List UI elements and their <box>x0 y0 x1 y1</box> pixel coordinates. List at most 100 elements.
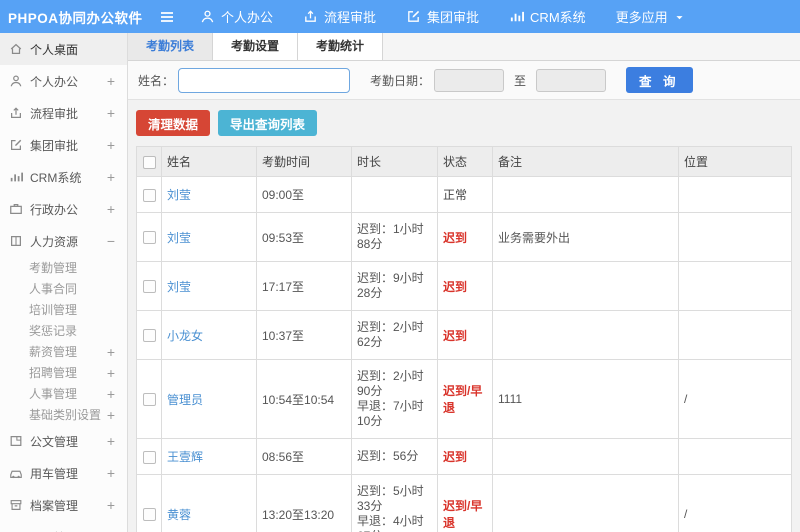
sidebar-subitem[interactable]: 招聘管理 + <box>0 362 127 383</box>
sidebar-subitem-label: 人事合同 <box>29 282 78 296</box>
table-row: 王壹辉 08:56至 迟到：56分 迟到 <box>136 438 792 475</box>
duration-cell: 迟到：56分 <box>351 438 438 475</box>
location <box>678 310 792 360</box>
nav-item-label: 流程审批 <box>324 10 377 25</box>
duration-line: 迟到：5小时33分 <box>357 484 424 513</box>
expand-toggle-icon: + <box>106 169 115 185</box>
row-checkbox[interactable] <box>142 393 156 407</box>
sidebar-item[interactable]: 项目管理+ <box>0 521 127 532</box>
sidebar-item[interactable]: 流程审批 + <box>0 97 127 129</box>
chart-icon <box>9 170 23 184</box>
row-checkbox[interactable] <box>142 231 156 245</box>
row-checkbox[interactable] <box>142 508 156 522</box>
location <box>678 261 792 311</box>
select-all-checkbox[interactable] <box>142 155 156 169</box>
archive-icon <box>9 498 23 512</box>
sidebar-item[interactable]: 档案管理 + <box>0 489 127 521</box>
sidebar-item[interactable]: 人力资源 − <box>0 225 127 257</box>
sidebar-subitem[interactable]: 人事合同 <box>0 278 127 299</box>
tab[interactable]: 考勤设置 <box>213 33 299 60</box>
chart-icon <box>509 9 525 24</box>
duration-line: 迟到：9小时28分 <box>357 271 424 300</box>
duration-line: 早退：4小时67分 <box>357 514 424 532</box>
expand-toggle-icon: + <box>106 105 115 121</box>
sidebar-item[interactable]: 行政办公 + <box>0 193 127 225</box>
caret-down-icon <box>674 11 685 22</box>
location <box>678 438 792 475</box>
duration-cell: 迟到：1小时88分 <box>351 212 438 262</box>
nav-item[interactable]: 更多应用 <box>616 7 685 26</box>
expand-toggle-icon: + <box>106 406 115 423</box>
action-bar: 清理数据 导出查询列表 <box>136 110 792 136</box>
date-from-input[interactable] <box>434 68 505 92</box>
search-button[interactable]: 查 询 <box>626 67 693 93</box>
sidebar-item[interactable]: 个人办公 + <box>0 65 127 97</box>
sidebar-submenu: 考勤管理 人事合同 培训管理 奖惩记录 薪资管理 + 招聘管理 + 人事管理 + 基础类别设置 + <box>0 257 127 425</box>
share-icon <box>9 106 23 120</box>
sidebar-subitem[interactable]: 奖惩记录 <box>0 320 127 341</box>
row-checkbox[interactable] <box>142 450 156 464</box>
remark <box>492 176 679 213</box>
row-checkbox[interactable] <box>142 188 156 202</box>
employee-name-link[interactable]: 刘莹 <box>167 231 191 245</box>
sidebar-item-label: 人力资源 <box>30 234 79 249</box>
employee-name-link[interactable]: 管理员 <box>167 393 203 407</box>
location <box>678 176 792 213</box>
sidebar-item[interactable]: 集团审批 + <box>0 129 127 161</box>
export-list-button[interactable]: 导出查询列表 <box>218 110 318 136</box>
employee-name-link[interactable]: 刘莹 <box>167 188 191 202</box>
tab[interactable]: 考勤列表 <box>128 33 214 60</box>
nav-item[interactable]: 个人办公 <box>200 7 273 26</box>
filter-bar: 姓名： 考勤日期： 至 查 询 <box>128 61 800 100</box>
share-icon <box>303 9 318 24</box>
status-badge: 迟到 <box>437 438 493 475</box>
name-input[interactable] <box>178 67 351 93</box>
sidebar-item[interactable]: 用车管理 + <box>0 457 127 489</box>
sidebar-subitem[interactable]: 薪资管理 + <box>0 341 127 362</box>
status-badge: 迟到 <box>437 261 493 311</box>
nav-item[interactable]: 集团审批 <box>406 7 479 26</box>
duration-line: 迟到：56分 <box>357 449 419 463</box>
expand-toggle-icon: + <box>106 73 115 89</box>
sidebar: 个人桌面 个人办公 + 流程审批 + 集团审批 + CRM系统 + 行政办公 + 人力资源 − 考勤管理人… <box>0 33 128 532</box>
sidebar-subitem[interactable]: 考勤管理 <box>0 257 127 278</box>
attendance-time: 08:56至 <box>256 438 352 475</box>
sidebar-item[interactable]: 个人桌面 <box>0 33 127 65</box>
tab[interactable]: 考勤统计 <box>298 33 384 60</box>
nav-item-label: 个人办公 <box>221 10 274 25</box>
app-logo: PHPOA协同办公软件 <box>8 10 143 26</box>
sidebar-item-label: 项目管理 <box>30 529 107 532</box>
sidebar-subitem-label: 人事管理 <box>29 387 78 401</box>
sidebar-subitem-label: 奖惩记录 <box>29 324 78 338</box>
duration-cell: 迟到：2小时90分 早退：7小时10分 <box>351 359 438 439</box>
sidebar-subitem[interactable]: 培训管理 <box>0 299 127 320</box>
row-checkbox[interactable] <box>142 280 156 294</box>
employee-name-link[interactable]: 刘莹 <box>167 280 191 294</box>
employee-name-link[interactable]: 王壹辉 <box>167 450 203 464</box>
row-checkbox[interactable] <box>142 329 156 343</box>
duration-line: 迟到：2小时62分 <box>357 320 424 349</box>
clean-data-button[interactable]: 清理数据 <box>136 110 211 136</box>
hamburger-menu-icon[interactable] <box>158 9 178 25</box>
remark: 1111 <box>492 359 679 439</box>
sidebar-item[interactable]: 公文管理 + <box>0 425 127 457</box>
nav-item-label: CRM系统 <box>530 10 586 25</box>
sidebar-item-label: 公文管理 <box>30 434 79 449</box>
sidebar-item-label: 档案管理 <box>30 498 79 513</box>
duration-cell <box>351 176 438 213</box>
edit-icon <box>406 9 421 24</box>
employee-name-link[interactable]: 黄蓉 <box>167 508 191 522</box>
nav-item[interactable]: CRM系统 <box>509 7 586 26</box>
sidebar-item[interactable]: CRM系统 + <box>0 161 127 193</box>
remark <box>492 474 679 532</box>
sidebar-subitem-label: 薪资管理 <box>29 345 78 359</box>
status-badge: 迟到 <box>437 310 493 360</box>
nav-item[interactable]: 流程审批 <box>303 7 376 26</box>
attendance-time: 10:54至10:54 <box>256 359 352 439</box>
employee-name-link[interactable]: 小龙女 <box>167 329 203 343</box>
status-badge: 正常 <box>437 176 493 213</box>
sidebar-subitem[interactable]: 基础类别设置 + <box>0 404 127 425</box>
date-to-input[interactable] <box>536 68 607 92</box>
sidebar-subitem[interactable]: 人事管理 + <box>0 383 127 404</box>
nav-item-label: 更多应用 <box>615 10 668 25</box>
